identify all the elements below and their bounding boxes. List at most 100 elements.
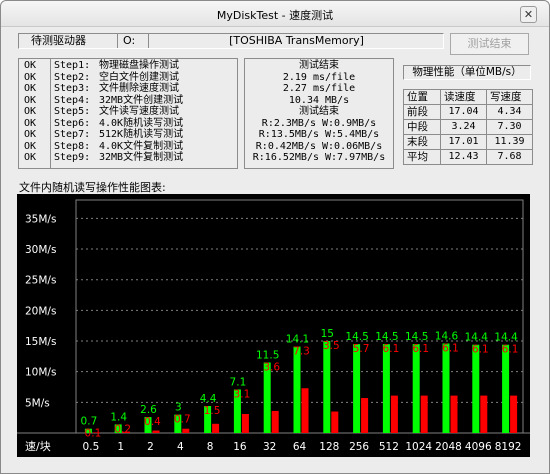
read-value-label: 7.1 (230, 376, 247, 388)
drive-name: [TOSHIBA TransMemory] (229, 34, 364, 47)
result-line: R:13.5MB/s W:5.4MB/s (258, 129, 380, 140)
read-value-label: 14.5 (375, 331, 398, 343)
perf-row: 末段 17.01 11.39 (403, 134, 533, 150)
read-value-label: 11.5 (256, 349, 279, 361)
step-description: 文件删除速度测试 (99, 83, 179, 94)
write-bar (420, 395, 428, 433)
step-description: 空白文件创建测试 (99, 71, 179, 83)
perf-write: 4.34 (486, 104, 533, 120)
read-value-label: 14.6 (435, 330, 459, 342)
write-bar (212, 423, 220, 433)
step-name: Step9: (54, 152, 91, 163)
write-bar (152, 430, 160, 433)
chart-svg: 5M/s10M/s15M/s20M/s25M/s30M/s35M/s0.70.1… (17, 199, 530, 453)
x-tick-label: 256 (349, 441, 369, 453)
read-bar (353, 344, 361, 433)
write-value-label: 3.6 (263, 361, 280, 373)
y-tick-label: 5M/s (25, 397, 50, 409)
perf-read: 3.24 (440, 119, 487, 135)
results-panel: 测试结束 2.19 ms/file 2.27 ms/file 10.34 MB/s 测试… (244, 58, 394, 169)
title-bar[interactable]: MyDiskTest - 速度测试 ✕ (1, 1, 549, 27)
perf-pos: 前段 (403, 104, 441, 120)
perf-read: 17.01 (440, 134, 487, 150)
result-line: 测试结束 (299, 106, 339, 117)
step-name: Step3: (54, 83, 91, 94)
perf-write: 11.39 (486, 134, 533, 150)
read-value-label: 3 (175, 402, 182, 414)
write-bar (480, 395, 488, 433)
steps-panel: OK Step1: 物理磁盘操作测试 OK Step2: 空白文件创建测试 OK Step3:… (18, 58, 238, 169)
write-bar (271, 410, 279, 433)
perf-title: 物理性能（单位MB/s） (403, 65, 531, 80)
step-status: OK (24, 71, 37, 83)
step-name: Step1: (54, 60, 91, 71)
step-name: Step4: (54, 94, 91, 106)
x-tick-label: 128 (319, 441, 339, 453)
step-status: OK (24, 83, 37, 94)
step-status: OK (24, 152, 37, 163)
result-line: R:16.52MB/s W:7.97MB/s (252, 152, 386, 163)
drive-label: 待测驱动器 (31, 34, 86, 47)
perf-read: 17.04 (440, 104, 487, 120)
performance-chart: 5M/s 10M/s 15M/s 20M/s 25M/s 30M/s 35M/s 0.7 0.1… (17, 194, 530, 457)
read-value-label: 2.6 (140, 404, 157, 416)
drive-bar: 待测驱动器 O: [TOSHIBA TransMemory] (18, 33, 444, 49)
perf-row: 前段 17.04 4.34 (403, 104, 533, 120)
write-value-label: 7.3 (293, 346, 310, 358)
x-tick-label: 32 (263, 441, 276, 453)
step-description: 文件读写速度测试 (99, 106, 179, 117)
read-value-label: 1.4 (110, 411, 127, 423)
step-description: 512K随机读写测试 (99, 129, 184, 140)
steps-divider (50, 59, 51, 168)
write-value-label: 6.1 (472, 344, 489, 356)
x-tick-label: 4096 (465, 441, 492, 453)
read-value-label: 15 (321, 328, 334, 340)
write-value-label: 0.7 (174, 414, 191, 426)
window-title: MyDiskTest - 速度测试 (216, 9, 334, 22)
read-bar (442, 343, 450, 433)
write-bar (241, 413, 249, 433)
x-tick-label: 2048 (435, 441, 462, 453)
write-bar (361, 398, 369, 433)
x-axis-label: 速/块 (25, 440, 51, 453)
step-status: OK (24, 106, 37, 117)
result-line: 2.19 ms/file (282, 71, 356, 83)
write-value-label: 5.7 (353, 343, 370, 355)
write-bar (182, 428, 190, 433)
y-tick-label: 35M/s (25, 213, 56, 225)
result-line: R:0.42MB/s W:0.06MB/s (255, 140, 383, 152)
perf-pos: 末段 (403, 134, 441, 150)
read-bar (472, 344, 480, 433)
x-tick-label: 1024 (405, 441, 432, 453)
perf-row: 中段 3.24 7.30 (403, 119, 533, 135)
step-name: Step8: (54, 140, 91, 152)
y-tick-label: 10M/s (25, 367, 56, 379)
close-button[interactable]: ✕ (520, 6, 537, 23)
write-value-label: 0.4 (144, 416, 161, 428)
read-value-label: 14.5 (345, 331, 368, 343)
write-value-label: 0.2 (114, 423, 131, 435)
step-name: Step6: (54, 117, 91, 129)
drive-divider-1 (117, 34, 118, 48)
read-bar (293, 346, 301, 433)
write-bar (450, 395, 458, 433)
write-bar (390, 395, 398, 433)
step-status: OK (24, 94, 37, 106)
perf-write: 7.68 (486, 149, 533, 165)
perf-header-write: 写速度 (486, 89, 533, 105)
write-value-label: 6.1 (412, 343, 429, 355)
drive-letter: O: (123, 34, 136, 47)
perf-header-pos: 位置 (403, 89, 441, 105)
x-tick-label: 4 (177, 441, 184, 453)
read-value-label: 14.5 (405, 331, 428, 343)
read-value-label: 14.4 (494, 332, 518, 344)
write-bar (510, 395, 518, 433)
x-tick-label: 2 (147, 441, 154, 453)
chart-label: 文件内随机读写操作性能图表: (19, 181, 166, 194)
finish-test-button[interactable]: 测试结束 (450, 33, 529, 55)
x-tick-label: 512 (379, 441, 399, 453)
y-tick-label: 25M/s (25, 275, 56, 287)
x-tick-label: 8192 (495, 441, 522, 453)
x-tick-label: 16 (233, 441, 247, 453)
y-tick-label: 15M/s (25, 336, 56, 348)
